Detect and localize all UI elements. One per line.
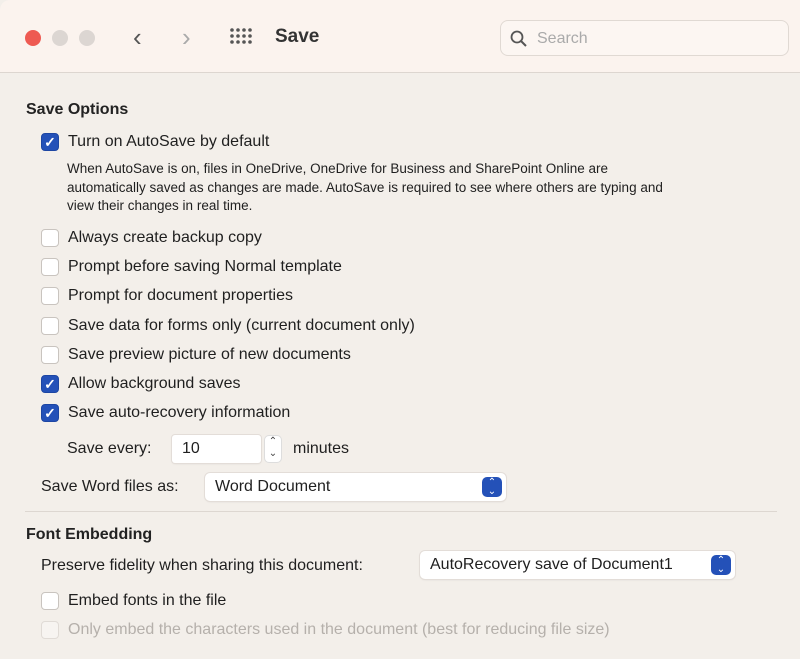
show-all-grid-icon[interactable]: [230, 27, 254, 47]
autosave-description: When AutoSave is on, files in OneDrive, …: [67, 160, 767, 216]
option-label: Save data for forms only (current docume…: [68, 317, 415, 334]
option-prompt-properties[interactable]: Prompt for document properties: [41, 286, 293, 306]
option-label: Always create backup copy: [68, 229, 262, 246]
checkbox[interactable]: [41, 229, 59, 247]
close-button[interactable]: [25, 30, 41, 46]
minutes-label: minutes: [293, 440, 350, 457]
save-as-select[interactable]: Word Document ⌃ ⌄: [205, 473, 506, 501]
checkbox-checked[interactable]: ✓: [41, 375, 59, 393]
checkbox[interactable]: [41, 258, 59, 276]
fidelity-label: Preserve fidelity when sharing this docu…: [41, 557, 363, 574]
option-autosave[interactable]: ✓ Turn on AutoSave by default: [41, 132, 269, 152]
save-as-label: Save Word files as:: [41, 478, 179, 495]
fidelity-select[interactable]: AutoRecovery save of Document1 ⌃ ⌄: [420, 551, 735, 579]
minimize-button[interactable]: [52, 30, 68, 46]
search-input[interactable]: Search: [500, 20, 789, 56]
fidelity-value: AutoRecovery save of Document1: [430, 556, 673, 573]
option-preview-picture[interactable]: Save preview picture of new documents: [41, 345, 351, 365]
save-every-stepper[interactable]: ⌃ ⌄: [264, 435, 282, 463]
option-backup-copy[interactable]: Always create backup copy: [41, 228, 262, 248]
checkbox-checked[interactable]: ✓: [41, 404, 59, 422]
checkbox[interactable]: [41, 287, 59, 305]
search-placeholder: Search: [537, 30, 588, 47]
option-label: Save auto-recovery information: [68, 404, 291, 421]
desc-line: view their changes in real time.: [67, 198, 253, 213]
option-label: Prompt for document properties: [68, 287, 293, 304]
search-icon: [510, 30, 527, 47]
option-auto-recovery[interactable]: ✓ Save auto-recovery information: [41, 403, 290, 423]
section-save-options: Save Options: [26, 101, 129, 118]
option-label: Only embed the characters used in the do…: [68, 621, 610, 638]
zoom-button[interactable]: [79, 30, 95, 46]
checkbox-checked[interactable]: ✓: [41, 133, 59, 151]
option-label: Save preview picture of new documents: [68, 346, 351, 363]
option-label: Prompt before saving Normal template: [68, 258, 342, 275]
checkbox-disabled: [41, 621, 59, 639]
option-forms-data[interactable]: Save data for forms only (current docume…: [41, 316, 415, 336]
back-button[interactable]: ‹: [133, 22, 142, 53]
save-as-value: Word Document: [215, 478, 331, 495]
option-label: Allow background saves: [68, 375, 241, 392]
option-label: Turn on AutoSave by default: [68, 133, 270, 150]
section-font-embedding: Font Embedding: [26, 526, 153, 543]
option-embed-fonts[interactable]: Embed fonts in the file: [41, 591, 226, 611]
checkbox[interactable]: [41, 317, 59, 335]
option-prompt-normal[interactable]: Prompt before saving Normal template: [41, 257, 342, 277]
option-background-saves[interactable]: ✓ Allow background saves: [41, 374, 241, 394]
option-label: Embed fonts in the file: [68, 592, 227, 609]
save-every-label: Save every:: [67, 440, 152, 457]
save-every-input[interactable]: 10: [172, 435, 261, 463]
option-embed-characters: Only embed the characters used in the do…: [41, 620, 610, 640]
checkbox[interactable]: [41, 346, 59, 364]
forward-button[interactable]: ›: [182, 22, 191, 53]
window-title: Save: [275, 26, 320, 47]
updown-chevron-icon: ⌃ ⌄: [711, 555, 731, 575]
desc-line: When AutoSave is on, files in OneDrive, …: [67, 161, 609, 176]
desc-line: automatically saved as changes are made.…: [67, 179, 663, 195]
toolbar: ‹ › Save Search: [0, 0, 800, 73]
divider: [25, 511, 777, 512]
updown-chevron-icon: ⌃ ⌄: [482, 477, 502, 497]
checkbox[interactable]: [41, 592, 59, 610]
